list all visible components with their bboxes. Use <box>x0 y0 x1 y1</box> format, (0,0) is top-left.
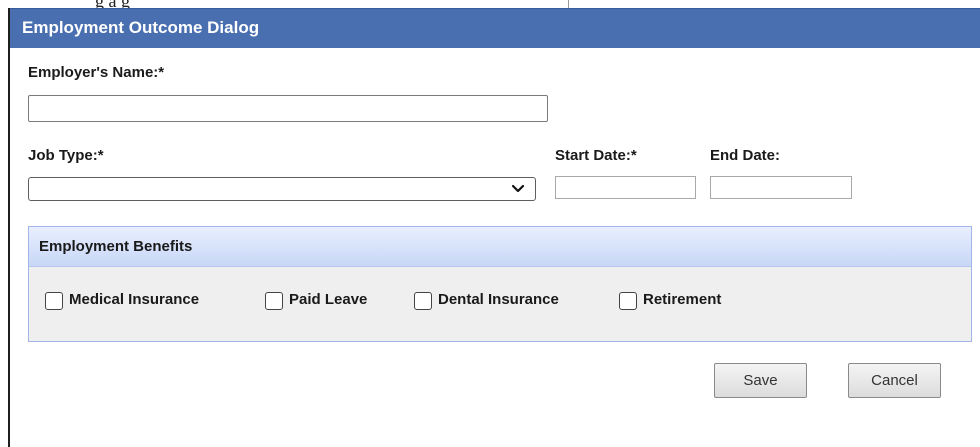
cancel-button[interactable]: Cancel <box>848 363 941 398</box>
retirement-checkbox[interactable] <box>619 292 637 310</box>
benefit-retirement[interactable]: Retirement <box>619 289 722 310</box>
benefits-title: Employment Benefits <box>39 238 193 255</box>
job-type-select[interactable] <box>28 177 536 201</box>
backdrop-divider <box>568 0 569 8</box>
paid-leave-checkbox[interactable] <box>265 292 283 310</box>
retirement-label: Retirement <box>643 290 722 308</box>
employment-outcome-dialog: Employment Outcome Dialog Employer's Nam… <box>8 8 980 447</box>
employment-benefits-panel: Employment Benefits Medical Insurance Pa… <box>28 226 972 342</box>
employer-name-input[interactable] <box>28 95 548 122</box>
save-button[interactable]: Save <box>714 363 807 398</box>
end-date-input[interactable] <box>710 176 852 199</box>
end-date-label: End Date: <box>710 147 781 164</box>
chevron-down-icon <box>511 184 525 193</box>
dialog-titlebar: Employment Outcome Dialog <box>10 8 980 48</box>
benefit-dental-insurance[interactable]: Dental Insurance <box>414 289 559 310</box>
benefit-paid-leave[interactable]: Paid Leave <box>265 289 368 310</box>
start-date-input[interactable] <box>555 176 696 199</box>
medical-insurance-checkbox[interactable] <box>45 292 63 310</box>
employer-name-label: Employer's Name:* <box>28 64 165 81</box>
dental-insurance-label: Dental Insurance <box>438 290 559 308</box>
paid-leave-label: Paid Leave <box>289 290 368 308</box>
medical-insurance-label: Medical Insurance <box>69 290 200 308</box>
start-date-label: Start Date:* <box>555 147 637 164</box>
job-type-label: Job Type:* <box>28 147 104 164</box>
dental-insurance-checkbox[interactable] <box>414 292 432 310</box>
dialog-title: Employment Outcome Dialog <box>22 18 260 37</box>
benefit-medical-insurance[interactable]: Medical Insurance <box>45 289 200 310</box>
benefits-header: Employment Benefits <box>29 227 971 267</box>
